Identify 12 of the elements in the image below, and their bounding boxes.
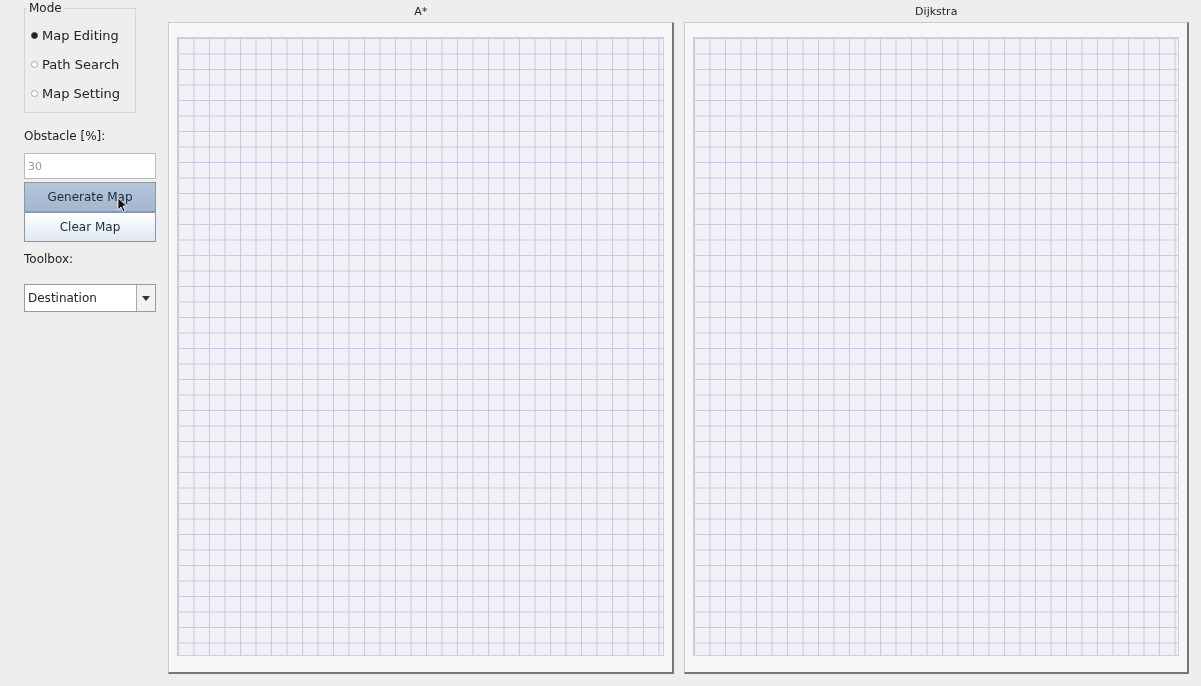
field-label: Toolbox: [24, 252, 75, 266]
field-label: Obstacle [%]: [24, 129, 107, 143]
caret-icon [136, 285, 155, 311]
panel-title: A* [413, 4, 429, 20]
group-title: Mode [27, 1, 64, 15]
map-button[interactable]: Clear Map [24, 212, 156, 242]
radio-option[interactable]: Map Setting [31, 79, 131, 108]
radio-option[interactable]: Map Editing [31, 21, 131, 50]
dropdown[interactable]: Destination [24, 284, 156, 312]
radio-option[interactable]: Path Search [31, 50, 131, 79]
map-button[interactable]: Generate Map [24, 182, 156, 212]
panel-title: Dijkstra [914, 4, 959, 20]
